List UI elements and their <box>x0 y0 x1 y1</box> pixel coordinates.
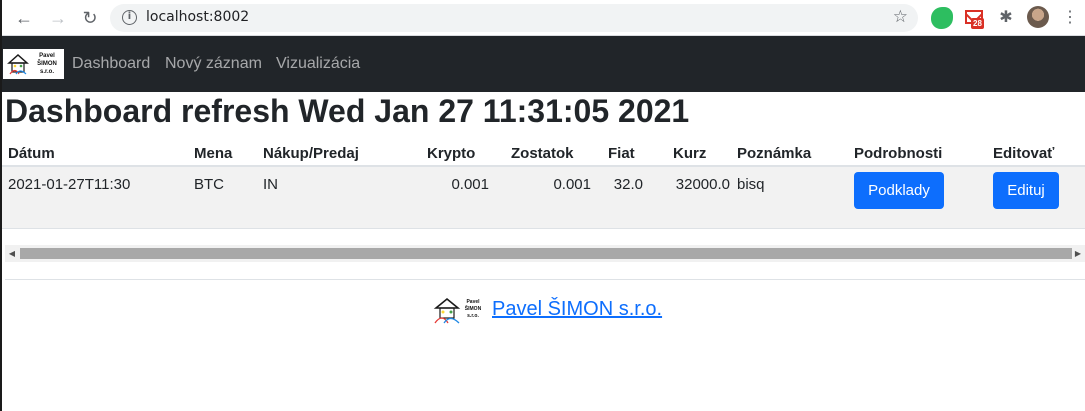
horizontal-scrollbar[interactable]: ◀ ▶ <box>5 245 1085 262</box>
browser-toolbar: ← → ↻ i localhost:8002 ☆ 28 ✱ ⋮ <box>2 0 1085 36</box>
scroll-left-arrow-icon[interactable]: ◀ <box>5 245 19 262</box>
gmail-extension-icon[interactable]: 28 <box>964 7 986 29</box>
evernote-extension-icon[interactable] <box>931 7 953 29</box>
footer-logo-icon <box>433 297 461 324</box>
nav-link-dashboard[interactable]: Dashboard <box>72 55 150 73</box>
reload-icon[interactable]: ↻ <box>78 6 102 30</box>
forward-icon[interactable]: → <box>46 6 70 30</box>
cell-poznamka: bisq <box>737 176 765 193</box>
profile-avatar[interactable] <box>1027 6 1049 28</box>
back-icon[interactable]: ← <box>12 6 36 30</box>
browser-menu-icon[interactable]: ⋮ <box>1062 6 1078 30</box>
brand-logo[interactable]: Pavel ŠIMON s.r.o. <box>3 49 64 79</box>
scrollbar-thumb[interactable] <box>20 248 1072 259</box>
house-logo-icon <box>7 53 29 75</box>
nav-link-vizualizacia[interactable]: Vizualizácia <box>276 55 360 73</box>
address-bar[interactable]: i localhost:8002 ☆ <box>110 4 918 32</box>
page-title: Dashboard refresh Wed Jan 27 11:31:05 20… <box>5 93 690 129</box>
column-header-datum: Dátum <box>8 145 55 162</box>
column-header-kurz: Kurz <box>673 145 707 162</box>
column-header-editovat: Editovať <box>993 145 1055 162</box>
scroll-right-arrow-icon[interactable]: ▶ <box>1071 245 1085 262</box>
cell-krypto: 0.001 <box>451 176 489 193</box>
app-navbar: Pavel ŠIMON s.r.o. Dashboard Nový záznam… <box>2 36 1085 92</box>
gmail-unread-badge: 28 <box>971 18 984 29</box>
footer-logo-text: Pavel ŠIMON s.r.o. <box>464 299 482 319</box>
podklady-button[interactable]: Podklady <box>854 172 944 209</box>
edituj-button[interactable]: Edituj <box>993 172 1059 209</box>
column-header-podrobnosti: Podrobnosti <box>854 145 943 162</box>
brand-text: Pavel ŠIMON s.r.o. <box>37 53 57 75</box>
cell-nakup-predaj: IN <box>263 176 278 193</box>
column-header-zostatok: Zostatok <box>511 145 574 162</box>
bookmark-star-icon[interactable]: ☆ <box>893 7 908 27</box>
cell-fiat: 32.0 <box>613 176 643 193</box>
footer-divider <box>5 279 1085 280</box>
column-header-nakup-predaj: Nákup/Predaj <box>263 145 359 162</box>
cell-zostatok: 0.001 <box>553 176 591 193</box>
footer-company-link[interactable]: Pavel ŠIMON s.r.o. <box>492 298 662 321</box>
cell-mena: BTC <box>194 176 224 193</box>
cell-datum: 2021-01-27T11:30 <box>8 176 131 193</box>
column-header-mena: Mena <box>194 145 233 162</box>
browser-window: ← → ↻ i localhost:8002 ☆ 28 ✱ ⋮ Pavel ŠI… <box>0 0 1085 411</box>
cell-kurz: 32000.0 <box>675 176 730 193</box>
extensions-puzzle-icon[interactable]: ✱ <box>995 7 1017 29</box>
column-header-krypto: Krypto <box>427 145 476 162</box>
column-header-poznamka: Poznámka <box>737 145 812 162</box>
column-header-fiat: Fiat <box>608 145 635 162</box>
url-text[interactable]: localhost:8002 <box>146 9 249 25</box>
nav-link-novy-zaznam[interactable]: Nový záznam <box>165 55 262 73</box>
site-info-icon[interactable]: i <box>122 10 137 25</box>
